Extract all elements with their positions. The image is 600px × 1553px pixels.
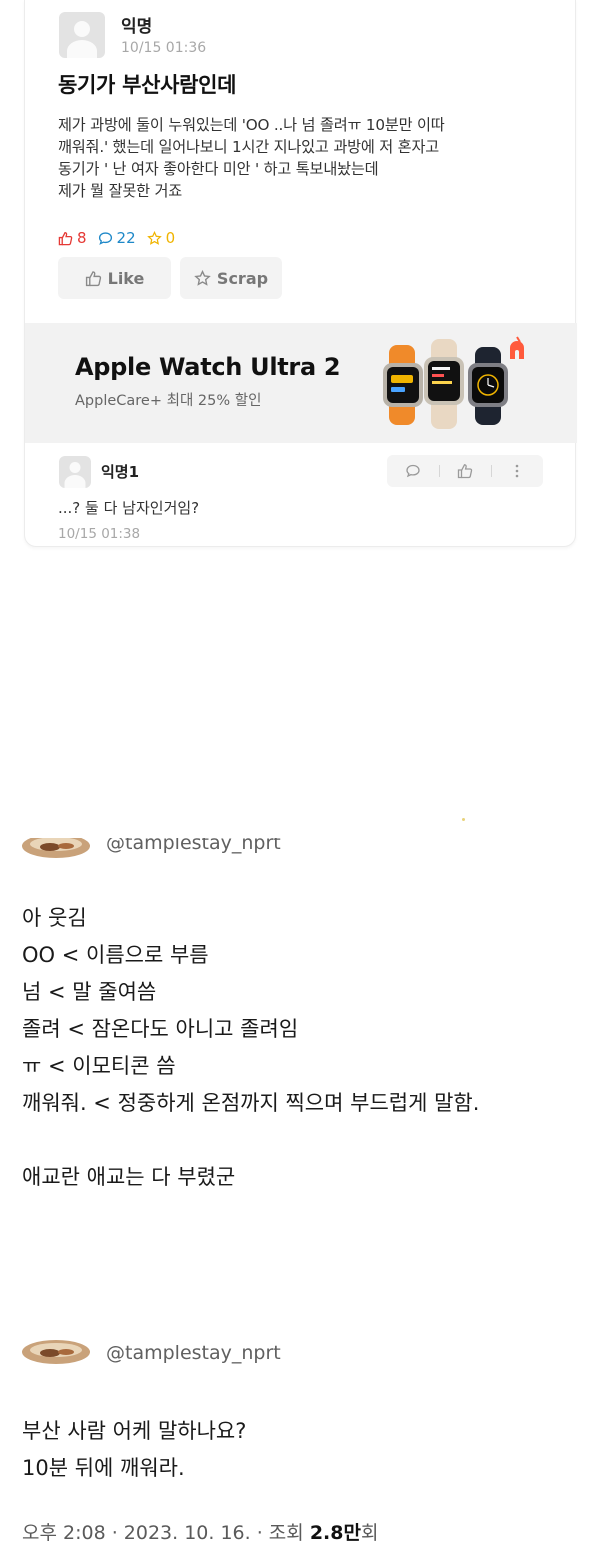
profile-avatar[interactable] — [20, 838, 92, 860]
comment-count: 22 — [98, 229, 136, 247]
speech-bubble-icon — [98, 231, 112, 245]
tweet1-line: 아 웃김 — [22, 906, 87, 930]
post-card: 익명 10/15 01:36 동기가 부산사람인데 제가 과방에 둘이 누워있는… — [24, 0, 577, 547]
thumbs-up-icon — [85, 270, 101, 286]
tweet1-header: @tamplestay_nprt — [0, 838, 600, 860]
tweet1-line: 졸려 < 잠온다도 아니고 졸려임 — [22, 1017, 299, 1041]
tweet1-line: OO < 이름으로 부름 — [22, 943, 209, 967]
post-body: 제가 과방에 둘이 누워있는데 'OO ..나 넘 졸려ㅠ 10분만 이따 깨워… — [58, 114, 568, 202]
post-body-line: 동기가 ' 난 여자 좋아한다 미안 ' 하고 톡보내놨는데 — [58, 160, 379, 178]
tweet1-handle[interactable]: @tamplestay_nprt — [106, 838, 281, 854]
comment-like-button[interactable] — [439, 455, 491, 487]
tweet2-line: 10분 뒤에 깨워라. — [22, 1456, 185, 1480]
comment-text: ...? 둘 다 남자인거임? — [58, 499, 200, 517]
more-vertical-icon — [515, 464, 519, 478]
post-body-line: 제가 과방에 둘이 누워있는데 'OO ..나 넘 졸려ㅠ 10분만 이따 — [58, 116, 445, 134]
author-avatar — [59, 12, 105, 58]
view-count-suffix: 회 — [360, 1522, 379, 1544]
image-speck — [462, 818, 465, 821]
view-count: 2.8만 — [309, 1522, 361, 1544]
post-body-line: 깨워줘.' 했는데 일어나보니 1시간 지나있고 과방에 저 혼자고 — [58, 138, 439, 156]
post-title: 동기가 부산사람인데 — [58, 73, 237, 97]
scrap-count: 0 — [146, 229, 176, 247]
post-body-line: 제가 뭘 잘못한 거죠 — [58, 182, 183, 200]
comment-avatar — [59, 456, 91, 488]
tweet1-text: 아 웃김 OO < 이름으로 부름 넘 < 말 줄여씀 졸려 < 잠온다도 아니… — [22, 900, 479, 1196]
like-button-label: Like — [107, 268, 145, 288]
profile-avatar[interactable] — [20, 1338, 92, 1366]
thumbs-up-icon — [58, 231, 73, 245]
ad-subtitle: AppleCare+ 최대 25% 할인 — [75, 393, 262, 409]
comment-author: 익명1 — [101, 463, 140, 481]
tweet1-line: 깨워줘. < 정중하게 온점까지 찍으며 부드럽게 말함. — [22, 1091, 480, 1115]
post-author: 익명 — [121, 17, 153, 37]
ad-badge-icon[interactable] — [507, 335, 527, 361]
star-icon — [146, 230, 162, 245]
scrap-button[interactable]: Scrap — [180, 257, 282, 299]
tweet2-line: 부산 사람 어케 말하나요? — [22, 1419, 247, 1443]
tweet2-text: 부산 사람 어케 말하나요? 10분 뒤에 깨워라. — [22, 1413, 246, 1487]
comment-time: 10/15 01:38 — [58, 526, 141, 542]
comment-count-value: 22 — [116, 229, 136, 247]
tweet1-line: 넘 < 말 줄여씀 — [22, 980, 157, 1004]
comment-reply-button[interactable] — [387, 455, 439, 487]
tweet1-line-blank — [22, 1122, 479, 1159]
scrap-count-value: 0 — [165, 229, 176, 247]
scrap-button-label: Scrap — [216, 268, 269, 288]
tweet1-line: ㅠ < 이모티콘 씀 — [22, 1054, 176, 1078]
tweet-meta: 오후 2:08 · 2023. 10. 16. · 조회 2.8만회 — [22, 1518, 378, 1545]
watch-product-image — [383, 339, 508, 429]
tweet2-handle[interactable]: @tamplestay_nprt — [106, 1342, 281, 1364]
ad-title: Apple Watch Ultra 2 — [75, 353, 341, 381]
star-icon — [194, 269, 211, 286]
speech-bubble-icon — [406, 464, 420, 478]
ad-banner[interactable]: Apple Watch Ultra 2 AppleCare+ 최대 25% 할인 — [25, 323, 577, 443]
comment-more-button[interactable] — [491, 455, 543, 487]
like-count-value: 8 — [77, 229, 87, 247]
like-button[interactable]: Like — [58, 257, 171, 299]
post-stats: 8 22 0 — [58, 228, 186, 248]
thumbs-up-icon — [457, 464, 473, 479]
comment-actions — [387, 455, 543, 487]
like-count: 8 — [58, 229, 87, 247]
post-time: 10/15 01:36 — [121, 40, 207, 56]
tweet1-line: 애교란 애교는 다 부렸군 — [22, 1165, 236, 1189]
tweet-timestamp[interactable]: 오후 2:08 · 2023. 10. 16. · 조회 — [22, 1522, 310, 1544]
